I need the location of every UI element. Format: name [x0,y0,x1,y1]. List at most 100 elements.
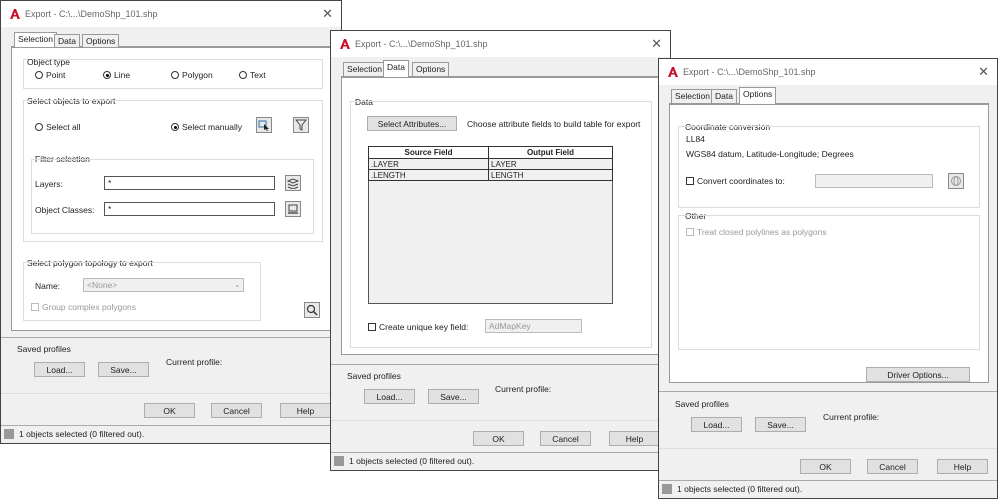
column-header-source-field: Source Field [368,146,489,159]
coordinate-system-picker-button[interactable] [948,173,964,189]
status-text: 1 objects selected (0 filtered out). [19,429,145,439]
current-profile-label: Current profile: [495,384,552,394]
checkbox-indicator [686,228,694,236]
export-dialog-selection: Export - C:\...\DemoShp_101.shp ✕ Select… [0,0,342,444]
select-attributes-hint: Choose attribute fields to build table f… [467,119,641,129]
tab-options[interactable]: Options [412,62,450,76]
tab-options[interactable]: Options [82,34,120,48]
output-field-cell[interactable]: LENGTH [488,169,613,181]
current-profile-label: Current profile: [823,412,880,422]
status-bar: 1 objects selected (0 filtered out). [331,452,670,470]
checkbox-indicator [368,323,376,331]
radio-line-label: Line [114,70,131,80]
save-profile-button[interactable]: Save... [755,417,806,432]
close-icon[interactable]: ✕ [322,6,333,22]
layers-icon [287,178,299,189]
help-button[interactable]: Help [937,459,988,474]
radio-line[interactable]: Line [103,70,130,80]
saved-profiles-heading: Saved profiles [675,399,729,409]
window-title: Export - C:\...\DemoShp_101.shp [25,9,158,19]
load-profile-button[interactable]: Load... [364,389,415,404]
close-icon[interactable]: ✕ [651,36,662,52]
tab-data[interactable]: Data [711,89,737,103]
output-field-cell[interactable]: LAYER [488,158,613,170]
tab-options[interactable]: Options [739,87,777,105]
radio-text[interactable]: Text [239,70,266,80]
radio-polygon-label: Polygon [182,70,213,80]
radio-polygon[interactable]: Polygon [171,70,213,80]
ok-button[interactable]: OK [473,431,524,446]
status-bar: 1 objects selected (0 filtered out). [659,480,997,498]
attribute-table: Source Field Output Field .LAYER LAYER .… [368,146,613,181]
quick-select-filter-button[interactable] [293,117,309,133]
radio-point-label: Point [46,70,66,80]
convert-coordinates-field[interactable] [815,174,933,188]
radio-select-manually-label: Select manually [182,122,243,132]
object-classes-field[interactable]: * [104,202,275,216]
status-text: 1 objects selected (0 filtered out). [677,484,803,494]
unique-key-field[interactable]: AdMapKey [485,319,582,333]
coordinate-conversion-group [678,126,980,208]
layers-label: Layers: [35,179,63,189]
table-row[interactable]: .LENGTH LENGTH [368,169,613,181]
layers-field[interactable]: * [104,176,275,190]
group-complex-polygons-checkbox[interactable]: Group complex polygons [31,302,136,312]
globe-icon [951,176,961,186]
help-button[interactable]: Help [609,431,660,446]
name-label: Name: [35,281,61,291]
coordinate-system-description: WGS84 datum, Latitude-Longitude; Degrees [686,149,854,159]
tab-selection[interactable]: Selection [671,89,714,103]
cancel-button[interactable]: Cancel [540,431,591,446]
status-bar: 1 objects selected (0 filtered out). [1,425,341,443]
convert-coordinates-checkbox[interactable]: Convert coordinates to: [686,176,785,186]
tab-data[interactable]: Data [383,60,409,78]
cancel-button[interactable]: Cancel [211,403,262,418]
radio-point[interactable]: Point [35,70,65,80]
help-button[interactable]: Help [280,403,331,418]
current-profile-label: Current profile: [166,357,223,367]
divider [1,393,341,394]
ok-button[interactable]: OK [144,403,195,418]
select-objects-button[interactable] [256,117,272,133]
object-classes-picker-button[interactable] [285,201,301,217]
unique-key-checkbox[interactable]: Create unique key field: [368,322,468,332]
magnifier-icon [306,304,318,316]
divider [659,448,997,449]
object-classes-icon [288,204,298,214]
select-attributes-button[interactable]: Select Attributes... [367,116,457,131]
treat-closed-polylines-checkbox[interactable]: Treat closed polylines as polygons [686,227,827,237]
window-title: Export - C:\...\DemoShp_101.shp [683,67,816,77]
close-icon[interactable]: ✕ [978,64,989,80]
polygon-topology-select[interactable]: <None> [83,278,244,292]
autocad-logo-icon [668,67,678,77]
radio-indicator [103,71,111,79]
radio-select-all[interactable]: Select all [35,122,81,132]
tab-selection[interactable]: Selection [343,62,386,76]
save-profile-button[interactable]: Save... [98,362,149,377]
table-row[interactable]: .LAYER LAYER [368,158,613,170]
radio-indicator [171,71,179,79]
status-text: 1 objects selected (0 filtered out). [349,456,475,466]
radio-select-manually[interactable]: Select manually [171,122,242,132]
tab-data[interactable]: Data [54,34,80,48]
load-profile-button[interactable]: Load... [691,417,742,432]
status-indicator [662,484,672,494]
topology-search-button[interactable] [304,302,320,318]
radio-text-label: Text [250,70,266,80]
layers-picker-button[interactable] [285,175,301,191]
cancel-button[interactable]: Cancel [867,459,918,474]
checkbox-indicator [686,177,694,185]
save-profile-button[interactable]: Save... [428,389,479,404]
title-bar: Export - C:\...\DemoShp_101.shp ✕ [331,31,670,57]
load-profile-button[interactable]: Load... [34,362,85,377]
status-indicator [334,456,344,466]
filter-selection-group [31,159,314,234]
table-header-row: Source Field Output Field [368,146,613,159]
select-objects-icon [258,120,269,131]
divider [331,364,670,365]
window-title: Export - C:\...\DemoShp_101.shp [355,39,488,49]
filter-icon [295,119,307,131]
radio-indicator [171,123,179,131]
ok-button[interactable]: OK [800,459,851,474]
driver-options-button[interactable]: Driver Options... [866,367,970,382]
